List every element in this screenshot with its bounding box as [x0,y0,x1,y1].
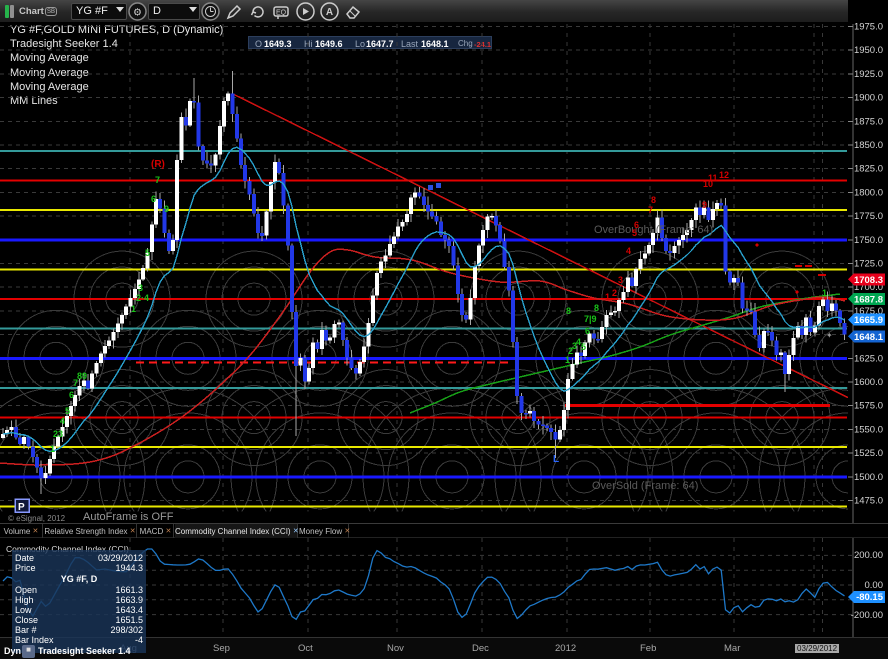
svg-text:4: 4 [626,246,631,256]
svg-text:5: 5 [65,406,70,416]
svg-text:1750.0: 1750.0 [854,235,883,246]
svg-text:23: 23 [53,429,63,439]
svg-text:✦: ✦ [826,331,833,340]
svg-text:2·4: 2·4 [136,293,149,303]
svg-text:200.00: 200.00 [854,550,883,561]
svg-text:8: 8 [651,195,656,205]
svg-text:1665.9: 1665.9 [854,315,883,326]
svg-text:1525.0: 1525.0 [854,448,883,459]
svg-text:1550.0: 1550.0 [854,424,883,435]
svg-text:-80.15: -80.15 [856,592,884,603]
svg-text:1775.0: 1775.0 [854,211,883,222]
svg-text:1925.0: 1925.0 [854,69,883,80]
svg-text:1900.0: 1900.0 [854,93,883,104]
svg-text:© eSignal, 2012: © eSignal, 2012 [8,514,66,523]
svg-text:1: 1 [605,292,610,302]
svg-text:1: 1 [50,444,55,454]
svg-text:7: 7 [155,175,160,185]
svg-text:1: 1 [822,288,827,298]
svg-text:0.00: 0.00 [865,580,884,591]
svg-text:5: 5 [581,342,586,352]
svg-text:1575.0: 1575.0 [854,401,883,412]
svg-text:2: 2 [612,288,617,298]
svg-text:1708.3: 1708.3 [854,275,883,286]
svg-text:1: 1 [131,304,136,314]
svg-text:6: 6 [151,194,156,204]
svg-text:L: L [553,454,559,465]
svg-text:1825.0: 1825.0 [854,164,883,175]
svg-text:11: 11 [708,173,718,183]
svg-text:5: 5 [145,248,150,258]
svg-text:4: 4 [60,416,65,426]
svg-text:1625.0: 1625.0 [854,353,883,364]
svg-text:1975.0: 1975.0 [854,22,883,33]
svg-text:6: 6 [634,220,639,230]
svg-text:9: 9 [164,204,169,214]
svg-text:7|9: 7|9 [584,314,597,324]
svg-text:1648.1: 1648.1 [854,332,884,343]
svg-text:1950.0: 1950.0 [854,45,883,56]
svg-text:1600.0: 1600.0 [854,377,883,388]
svg-text:89: 89 [77,371,87,381]
svg-text:8: 8 [566,306,571,316]
svg-text:9: 9 [702,200,707,210]
svg-text:(R): (R) [151,159,165,170]
svg-text:8: 8 [594,303,599,313]
svg-text:1850.0: 1850.0 [854,140,883,151]
svg-text:P: P [18,502,25,513]
svg-text:OverBought (Frame: 64): OverBought (Frame: 64) [594,224,713,236]
svg-text:1687.8: 1687.8 [854,294,883,305]
svg-text:1875.0: 1875.0 [854,116,883,127]
svg-text:3: 3 [618,275,623,285]
svg-text:7: 7 [648,205,653,215]
svg-text:12: 12 [719,170,729,180]
svg-text:-200.00: -200.00 [851,610,883,621]
svg-text:1725.0: 1725.0 [854,259,883,270]
svg-text:AutoFrame is OFF: AutoFrame is OFF [83,511,174,523]
svg-text:1: 1 [565,355,570,365]
svg-text:OverSold (Frame: 64): OverSold (Frame: 64) [592,480,698,492]
svg-text:1475.0: 1475.0 [854,496,883,507]
svg-text:3: 3 [138,283,143,293]
svg-text:6: 6 [585,326,590,336]
svg-text:1800.0: 1800.0 [854,187,883,198]
svg-text:6: 6 [69,390,74,400]
svg-text:1500.0: 1500.0 [854,472,883,483]
